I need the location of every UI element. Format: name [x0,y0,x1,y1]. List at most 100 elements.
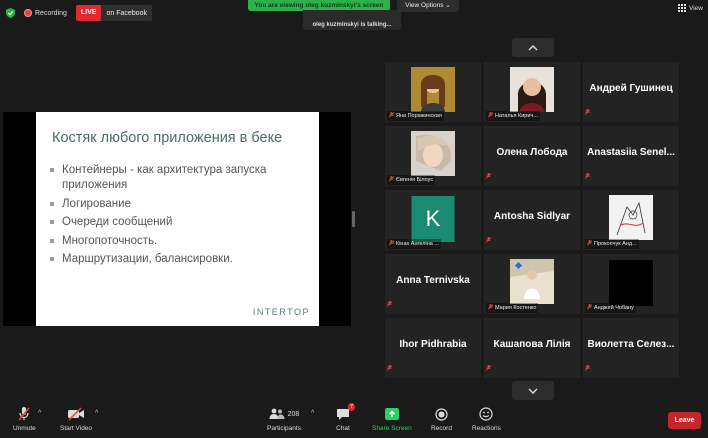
bullet-icon [50,257,54,261]
grid-view-icon [678,4,687,12]
chat-icon: 7 [336,403,355,422]
participant-name-label: Наталья Кирич... [486,111,540,121]
participant-name: Наталья Кирич... [495,113,538,119]
participant-tile[interactable]: Анджей Чобану [583,254,679,314]
people-icon [269,408,285,419]
live-badge: LIVE [75,5,102,21]
bullet-icon [50,220,54,224]
meeting-toolbar: Unmute ^ Start Video ^ 208 Participants … [0,402,708,438]
participant-name-label: Анджей Чобану [585,303,636,313]
muted-mic-icon [487,304,494,312]
muted-mic-icon [487,112,494,120]
gallery-page-down-button[interactable] [512,381,554,400]
chat-button[interactable]: 7 Chat [336,403,355,432]
participant-tile[interactable]: Олена Лобода [484,126,580,186]
leave-button[interactable]: Leave [668,412,701,429]
shared-screen: Костяк любого приложения в беке Контейне… [3,112,351,326]
view-options-label: View Options [405,2,444,9]
view-button[interactable]: View [678,4,703,12]
participants-count: 208 [287,410,300,418]
participant-name: Кінах Ангеліна ... [396,241,439,247]
record-button[interactable]: Record [431,406,452,432]
unmute-button[interactable]: Unmute [13,406,36,432]
participant-name-label: Прокопчук Анд... [585,239,639,249]
chevron-up-icon [528,44,538,50]
participant-photo [510,67,554,112]
participant-tile[interactable]: Прокопчук Анд... [583,190,679,250]
talking-label: oleg kuzminskyi is talking... [312,22,392,28]
shield-icon[interactable] [5,8,15,18]
participant-tile[interactable]: Андрей Гушинец [583,62,679,122]
muted-mic-icon [17,406,31,422]
muted-mic-icon [485,230,492,248]
participant-name: Андрей Гушинец [589,83,673,94]
muted-mic-icon [584,102,591,120]
participant-tile[interactable]: Antosha Sidlyar [484,190,580,250]
bullet-icon [50,201,54,206]
participant-name: Anna Ternivska [396,275,470,286]
muted-mic-icon [386,294,393,312]
record-icon [435,406,448,422]
participant-photo [609,195,653,240]
slide-bullet-list: Контейнеры - как архитектура запуска при… [50,163,312,271]
start-video-button[interactable]: Start Video [60,406,92,432]
participant-tile[interactable]: Яна Поражинская [385,62,481,122]
participants-options-caret-icon[interactable]: ^ [311,410,314,417]
participant-tile[interactable]: Anna Ternivska [385,254,481,314]
muted-mic-icon [388,176,395,184]
muted-mic-icon [586,240,593,248]
slide-bullet: Маршрутизации, балансировки. [50,252,312,267]
chevron-down-icon [528,388,538,394]
share-screen-label: Share Screen [372,425,412,432]
participant-tile[interactable]: Мария Костенко [484,254,580,314]
audio-options-caret-icon[interactable]: ^ [38,410,41,417]
participant-tile[interactable]: Anastasiia Senel... [583,126,679,186]
participant-tile[interactable]: K Кінах Ангеліна ... [385,190,481,250]
unmute-label: Unmute [13,425,36,432]
participant-photo [510,259,554,304]
reactions-label: Reactions [472,425,501,432]
participant-name: Antosha Sidlyar [493,211,571,222]
participant-name-label: Яна Поражинская [387,111,444,121]
muted-mic-icon [584,166,591,184]
bullet-icon [50,168,54,172]
meeting-status-bar: Recording LIVE on Facebook [5,5,152,21]
participant-name: Анджей Чобану [594,305,634,311]
participant-name: Anastasiia Senel... [587,147,675,158]
talking-indicator: oleg kuzminskyi is talking... [303,10,401,30]
participant-name: Виолетта Селез... [587,339,675,350]
bullet-text: Многопоточность. [62,234,158,247]
participant-tile[interactable]: Євгенія Білоус [385,126,481,186]
participant-tile[interactable]: Наталья Кирич... [484,62,580,122]
participant-photo [411,131,455,176]
record-label: Record [431,425,452,432]
gallery-page-up-button[interactable] [512,38,554,57]
participant-name: Прокопчук Анд... [594,241,637,247]
muted-mic-icon [584,358,591,376]
participant-name: Кашапова Лілія [493,339,571,350]
recording-indicator[interactable]: Recording [24,9,67,17]
slide-bullet: Очереди сообщений [50,215,312,230]
smiley-icon [479,406,494,422]
participant-tile[interactable]: Виолетта Селез... [583,318,679,378]
participant-name: Олена Лобода [496,147,568,158]
zoom-meeting-window: Recording LIVE on Facebook You are viewi… [0,0,708,438]
panel-splitter-handle[interactable] [352,211,355,227]
reactions-button[interactable]: Reactions [472,406,501,432]
share-screen-button[interactable]: Share Screen [372,406,412,432]
participant-tile[interactable]: Кашапова Лілія [484,318,580,378]
participants-icon-group: 208 [269,406,300,422]
view-label: View [689,4,703,12]
view-options-button[interactable]: View Options ⌄ [397,0,459,12]
chat-label: Chat [336,425,350,432]
participant-name-label: Євгенія Білоус [387,175,436,185]
slide-bullet: Логирование [50,197,312,212]
participant-tile[interactable]: Ihor Pidhrabia [385,318,481,378]
video-options-caret-icon[interactable]: ^ [95,410,98,417]
participants-button[interactable]: 208 Participants [267,406,301,432]
participant-name-label: Кінах Ангеліна ... [387,239,441,249]
bullet-text: Маршрутизации, балансировки. [62,253,233,265]
live-stream-indicator[interactable]: LIVE on Facebook [75,5,152,21]
participant-name-label: Мария Костенко [486,303,539,313]
video-off-icon [67,406,85,422]
